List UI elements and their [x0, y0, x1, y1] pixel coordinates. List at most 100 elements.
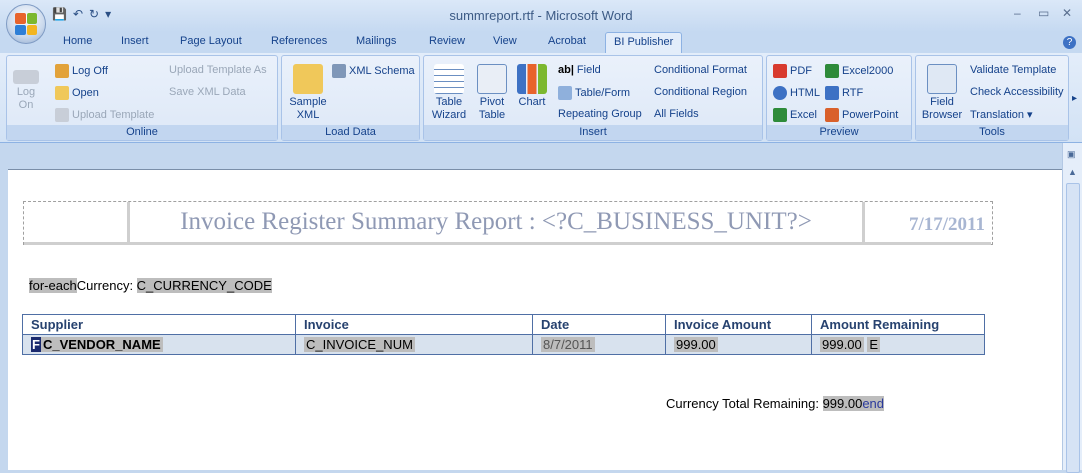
cell-date[interactable]: 8/7/2011 [532, 334, 666, 355]
close-button[interactable]: ✕ [1062, 6, 1072, 20]
table-wizard-button[interactable]: Table Wizard [428, 64, 470, 122]
invoice-table: Supplier Invoice Date Invoice Amount Amo… [22, 314, 985, 355]
currency-line: for-eachCurrency: C_CURRENCY_CODE [29, 278, 272, 293]
validate-template-button[interactable]: Validate Template [970, 64, 1056, 76]
conditional-format-button[interactable]: Conditional Format [654, 64, 747, 76]
open-button[interactable]: Open [55, 86, 99, 100]
tab-acrobat[interactable]: Acrobat [548, 35, 586, 47]
table-form-button[interactable]: Table/Form [558, 86, 630, 100]
title-bar: 💾 ↶ ↻ ▾ summreport.rtf - Microsoft Word … [0, 0, 1082, 32]
currency-code-field[interactable]: C_CURRENCY_CODE [136, 278, 272, 293]
group-label-insert: Insert [424, 125, 762, 140]
minimize-button[interactable]: – [1014, 6, 1021, 20]
total-value-field[interactable]: 999.00 [822, 396, 863, 411]
folder-icon [55, 86, 69, 100]
header-divider [24, 242, 991, 245]
col-amount-remaining: Amount Remaining [811, 314, 985, 335]
key-icon [13, 70, 39, 84]
col-invoice: Invoice [295, 314, 533, 335]
preview-pdf-button[interactable]: PDF [773, 64, 812, 78]
repeating-group-button[interactable]: Repeating Group [558, 108, 642, 120]
chevron-down-icon: ▾ [1027, 109, 1033, 121]
tab-references[interactable]: References [271, 35, 327, 47]
preview-excel2000-button[interactable]: Excel2000 [825, 64, 893, 78]
group-label-online: Online [7, 125, 277, 140]
field-icon: ab| [558, 64, 574, 76]
tab-home[interactable]: Home [63, 35, 92, 47]
ribbon-scroll-icon[interactable]: ▸ [1072, 93, 1077, 104]
preview-html-button[interactable]: HTML [773, 86, 820, 100]
powerpoint-icon [825, 108, 839, 122]
help-icon[interactable]: ? [1063, 36, 1076, 49]
upload-template-button[interactable]: Upload Template [55, 108, 154, 122]
window-title: summreport.rtf - Microsoft Word [449, 8, 633, 23]
vertical-scrollbar[interactable]: ▣ ▲ [1062, 143, 1082, 473]
header-table: Invoice Register Summary Report : <?C_BU… [23, 201, 993, 245]
group-tools: Field Browser Validate Template Check Ac… [915, 55, 1069, 141]
office-button[interactable] [6, 4, 46, 44]
header-logo-cell [24, 202, 130, 245]
ruler-toggle-icon[interactable]: ▣ [1067, 149, 1076, 160]
log-on-button[interactable]: Log On [11, 70, 41, 112]
conditional-region-button[interactable]: Conditional Region [654, 86, 747, 98]
ribbon: Log On Log Off Open Upload Template Uplo… [0, 53, 1082, 143]
sample-xml-button[interactable]: Sample XML [286, 64, 330, 122]
group-label-preview: Preview [767, 125, 911, 140]
group-label-load-data: Load Data [282, 125, 419, 140]
pivot-table-button[interactable]: Pivot Table [474, 64, 510, 122]
cell-supplier[interactable]: F C_VENDOR_NAME [22, 334, 296, 355]
office-logo-icon [15, 13, 37, 35]
pivot-table-icon [477, 64, 507, 94]
tab-bi-publisher[interactable]: BI Publisher [605, 32, 683, 54]
cell-amount-remaining[interactable]: 999.00 E [811, 334, 985, 355]
html-icon [773, 86, 787, 100]
preview-rtf-button[interactable]: RTF [825, 86, 863, 100]
table-row: F C_VENDOR_NAME C_INVOICE_NUM 8/7/2011 99… [22, 334, 985, 355]
folder-icon [293, 64, 323, 94]
table-form-icon [558, 86, 572, 100]
schema-icon [332, 64, 346, 78]
scrollbar-thumb[interactable] [1066, 183, 1080, 473]
end-field[interactable]: end [862, 396, 885, 411]
chart-button[interactable]: Chart [514, 64, 550, 109]
excel-icon [773, 108, 787, 122]
preview-powerpoint-button[interactable]: PowerPoint [825, 108, 898, 122]
tab-mailings[interactable]: Mailings [356, 35, 396, 47]
upload-template-as-button[interactable]: Upload Template As [169, 64, 267, 76]
group-preview: PDF HTML Excel Excel2000 RTF PowerPoint … [766, 55, 912, 141]
maximize-button[interactable]: ▭ [1038, 6, 1049, 20]
tab-review[interactable]: Review [429, 35, 465, 47]
field-button[interactable]: ab| Field [558, 64, 601, 76]
col-date: Date [532, 314, 666, 335]
translation-dropdown[interactable]: Translation ▾ [970, 108, 1033, 122]
for-each-field[interactable]: for-each [29, 278, 77, 293]
check-accessibility-button[interactable]: Check Accessibility [970, 86, 1064, 98]
group-online: Log On Log Off Open Upload Template Uplo… [6, 55, 278, 141]
field-browser-button[interactable]: Field Browser [919, 64, 965, 122]
document-page[interactable]: Invoice Register Summary Report : <?C_BU… [8, 169, 1062, 470]
tab-view[interactable]: View [493, 35, 517, 47]
cell-invoice[interactable]: C_INVOICE_NUM [295, 334, 533, 355]
group-load-data: Sample XML XML Schema Load Data [281, 55, 420, 141]
total-label: Currency Total Remaining: [666, 396, 823, 411]
scroll-up-icon[interactable]: ▲ [1068, 167, 1077, 177]
chart-icon [517, 64, 547, 94]
field-browser-icon [927, 64, 957, 94]
all-fields-button[interactable]: All Fields [654, 108, 699, 120]
log-off-icon [55, 64, 69, 78]
table-icon [434, 64, 464, 94]
group-label-tools: Tools [916, 125, 1068, 140]
cell-invoice-amount[interactable]: 999.00 [665, 334, 812, 355]
pdf-icon [773, 64, 787, 78]
rtf-icon [825, 86, 839, 100]
currency-label: Currency: [76, 278, 137, 293]
report-title: Invoice Register Summary Report : <?C_BU… [130, 202, 865, 245]
save-xml-data-button[interactable]: Save XML Data [169, 86, 246, 98]
tab-insert[interactable]: Insert [121, 35, 149, 47]
log-off-button[interactable]: Log Off [55, 64, 108, 78]
tab-page-layout[interactable]: Page Layout [180, 35, 242, 47]
preview-excel-button[interactable]: Excel [773, 108, 817, 122]
xml-schema-button[interactable]: XML Schema [332, 64, 415, 78]
col-invoice-amount: Invoice Amount [665, 314, 812, 335]
ruler-area [0, 143, 1062, 169]
